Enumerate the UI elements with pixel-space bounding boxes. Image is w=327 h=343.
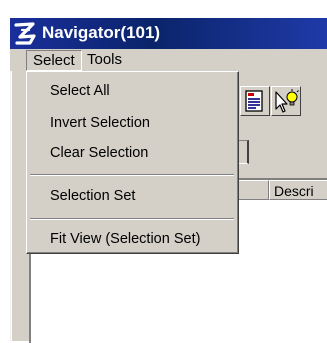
document-list-button[interactable] — [240, 86, 270, 116]
menu-item-clear-selection[interactable]: Clear Selection — [29, 139, 235, 167]
menu-item-invert-selection[interactable]: Invert Selection — [29, 109, 235, 137]
window-title: Navigator(101) — [42, 23, 161, 42]
title-bar[interactable]: Navigator(101) — [10, 18, 327, 49]
menu-tools[interactable]: Tools — [81, 50, 128, 70]
menu-item-select-all[interactable]: Select All — [29, 77, 235, 105]
menu-item-fit-view[interactable]: Fit View (Selection Set) — [29, 225, 235, 253]
menu-bar: Select Tools — [10, 49, 327, 71]
column-header-description[interactable]: Descri — [269, 180, 327, 200]
document-list-icon — [245, 90, 263, 112]
menu-select[interactable]: Select — [26, 50, 82, 71]
pointer-lightbulb-icon — [275, 89, 299, 113]
menu-separator — [30, 174, 234, 176]
pointer-lightbulb-button[interactable] — [271, 86, 301, 116]
menu-separator — [30, 218, 234, 220]
select-menu-dropdown: Select All Invert Selection Clear Select… — [26, 71, 239, 254]
app-logo-icon — [14, 22, 36, 45]
menu-item-selection-set[interactable]: Selection Set — [29, 182, 235, 210]
